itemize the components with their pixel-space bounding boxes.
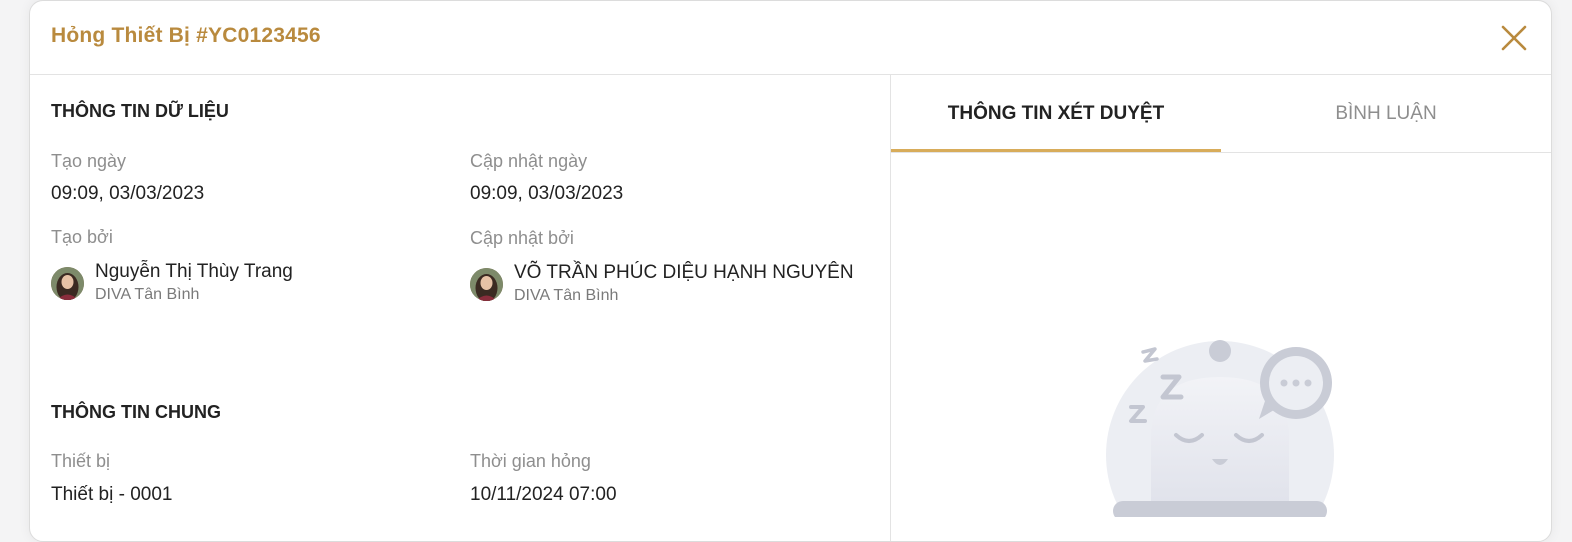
tab-comments[interactable]: BÌNH LUẬN — [1221, 75, 1551, 152]
device-value: Thiết bị - 0001 — [51, 484, 173, 505]
created-date-value: 09:09, 03/03/2023 — [51, 183, 205, 204]
updated-date-label: Cập nhật ngày — [470, 151, 588, 171]
created-by-name: Nguyễn Thị Thùy Trang — [95, 261, 293, 282]
modal-title: Hỏng Thiết Bị #YC0123456 — [51, 24, 321, 47]
tab-approval-info[interactable]: THÔNG TIN XÉT DUYỆT — [891, 75, 1221, 152]
created-date-label: Tạo ngày — [51, 151, 127, 171]
device-label: Thiết bị — [51, 451, 111, 471]
created-by-branch: DIVA Tân Bình — [95, 286, 200, 303]
updated-date-value: 09:09, 03/03/2023 — [470, 183, 624, 204]
sleeping-bell-illustration — [1106, 340, 1334, 541]
modal-dialog: Hỏng Thiết Bị #YC0123456 THÔNG TIN DỮ LI… — [29, 0, 1552, 542]
data-info-section-title: THÔNG TIN DỮ LIỆU — [51, 101, 229, 121]
avatar — [470, 268, 503, 301]
active-tab-indicator — [891, 149, 1221, 152]
empty-state-illustration — [1101, 337, 1341, 541]
updated-by-name: VÕ TRẦN PHÚC DIỆU HẠNH NGUYÊN — [514, 262, 854, 283]
updated-by-branch: DIVA Tân Bình — [514, 287, 619, 304]
failure-time-label: Thời gian hỏng — [470, 451, 591, 471]
updated-by-label: Cập nhật bởi — [470, 228, 574, 248]
details-pane: THÔNG TIN DỮ LIỆU Tạo ngày 09:09, 03/03/… — [30, 75, 891, 541]
created-by-label: Tạo bởi — [51, 227, 113, 247]
close-icon — [1501, 25, 1527, 51]
modal-header: Hỏng Thiết Bị #YC0123456 — [30, 1, 1551, 75]
tab-bar: THÔNG TIN XÉT DUYỆT BÌNH LUẬN — [891, 75, 1551, 153]
avatar — [51, 267, 84, 300]
close-button[interactable] — [1499, 23, 1529, 53]
side-panel: THÔNG TIN XÉT DUYỆT BÌNH LUẬN — [891, 75, 1551, 541]
failure-time-value: 10/11/2024 07:00 — [470, 484, 617, 505]
general-info-section-title: THÔNG TIN CHUNG — [51, 402, 221, 422]
